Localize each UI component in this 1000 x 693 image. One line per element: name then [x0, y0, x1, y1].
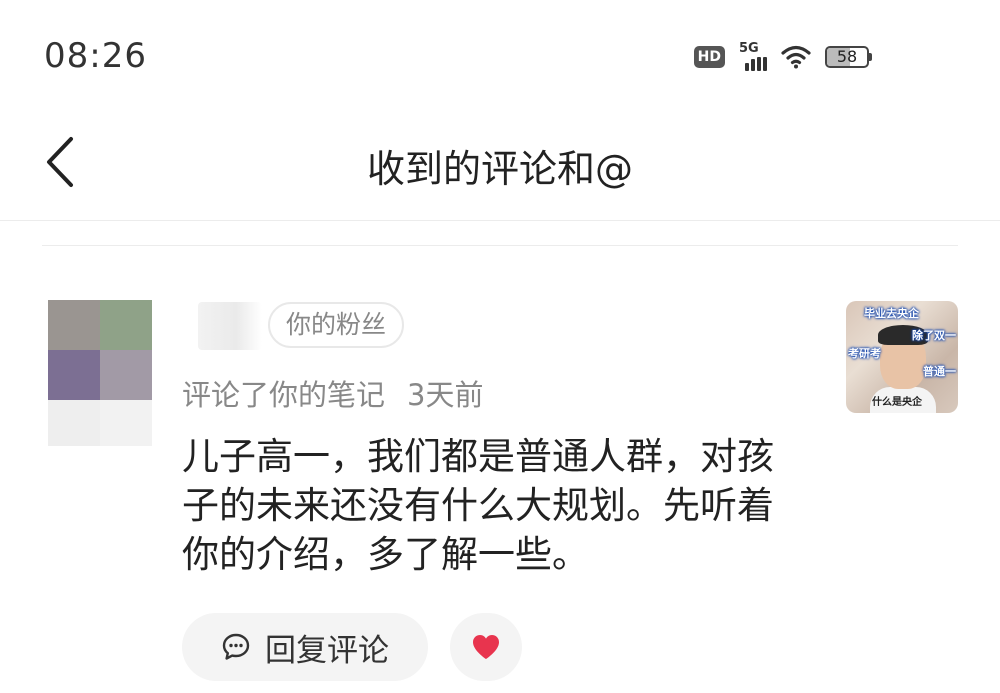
timestamp: 3天前	[407, 378, 484, 412]
note-thumbnail[interactable]: 毕业去央企 除了双一 考研考 普通一 什么是央企	[846, 301, 958, 413]
fan-badge: 你的粉丝	[268, 302, 405, 348]
battery-icon: 58	[825, 46, 872, 68]
thumbnail-caption: 什么是央企	[872, 397, 922, 408]
action-text: 评论了你的笔记	[182, 378, 386, 412]
battery-percent: 58	[836, 47, 858, 66]
nav-bar: 收到的评论和@	[0, 110, 1000, 221]
avatar-tile	[48, 400, 100, 446]
status-icons: HD 5G 58	[693, 40, 872, 74]
reply-comment-button[interactable]: 回复评论	[182, 613, 428, 681]
signal-icon: 5G	[739, 41, 767, 71]
avatar-tile	[100, 400, 152, 446]
comment-bubble-icon	[222, 633, 250, 660]
reply-label: 回复评论	[265, 632, 389, 669]
thumbnail-caption: 普通一	[923, 365, 956, 378]
avatar[interactable]	[48, 300, 152, 446]
clock: 08:26	[44, 36, 147, 76]
like-button[interactable]	[450, 613, 522, 681]
network-type-label: 5G	[739, 41, 759, 56]
username-blurred[interactable]	[198, 302, 262, 350]
avatar-tile	[100, 300, 152, 350]
comment-meta: 评论了你的笔记 3天前	[182, 372, 483, 414]
avatar-tile	[48, 350, 100, 400]
thumbnail-caption: 考研考	[848, 347, 881, 360]
thumbnail-caption: 除了双一	[912, 329, 956, 342]
hd-icon: HD	[693, 46, 725, 68]
comment-text[interactable]: 儿子高一，我们都是普通人群，对孩 子的未来还没有什么大规划。先听着 你的介绍，多…	[182, 432, 822, 579]
comment-line: 儿子高一，我们都是普通人群，对孩	[182, 435, 774, 478]
comment-line: 你的介绍，多了解一些。	[182, 533, 589, 576]
heart-icon	[473, 635, 499, 659]
avatar-tile	[48, 300, 100, 350]
thumbnail-caption: 毕业去央企	[864, 307, 919, 320]
status-bar: 08:26 HD 5G 58	[0, 0, 1000, 110]
comment-line: 子的未来还没有什么大规划。先听着	[182, 484, 774, 527]
page-title: 收到的评论和@	[366, 147, 633, 191]
wifi-icon	[781, 45, 811, 69]
divider	[42, 245, 958, 246]
avatar-tile	[100, 350, 152, 400]
